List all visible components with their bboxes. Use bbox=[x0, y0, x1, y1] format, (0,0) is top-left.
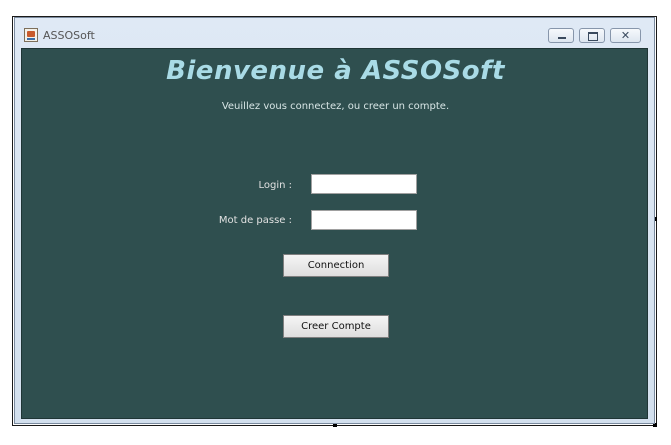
close-icon: ✕ bbox=[620, 29, 631, 42]
window-title: ASSOSoft bbox=[43, 29, 95, 42]
connection-button[interactable]: Connection bbox=[283, 254, 389, 277]
login-panel: Bienvenue à ASSOSoft Veuillez vous conne… bbox=[21, 48, 648, 419]
minimize-button[interactable] bbox=[548, 28, 574, 43]
java-app-icon bbox=[24, 28, 38, 42]
title-bar[interactable]: ASSOSoft ✕ bbox=[15, 18, 654, 48]
login-label: Login : bbox=[258, 180, 292, 191]
app-window: ASSOSoft ✕ Bienvenue à ASSOSoft Veuillez… bbox=[14, 17, 655, 424]
close-button[interactable]: ✕ bbox=[610, 28, 641, 43]
welcome-heading: Bienvenue à ASSOSoft bbox=[166, 56, 505, 86]
designer-canvas: ASSOSoft ✕ Bienvenue à ASSOSoft Veuillez… bbox=[0, 0, 671, 445]
maximize-icon bbox=[580, 29, 604, 42]
password-label: Mot de passe : bbox=[218, 215, 292, 226]
maximize-button[interactable] bbox=[579, 28, 605, 43]
welcome-subtitle: Veuillez vous connectez, ou creer un com… bbox=[221, 101, 450, 112]
create-account-button[interactable]: Creer Compte bbox=[283, 315, 389, 338]
login-input[interactable] bbox=[311, 174, 417, 194]
password-input[interactable] bbox=[311, 210, 417, 230]
minimize-icon bbox=[549, 29, 573, 42]
